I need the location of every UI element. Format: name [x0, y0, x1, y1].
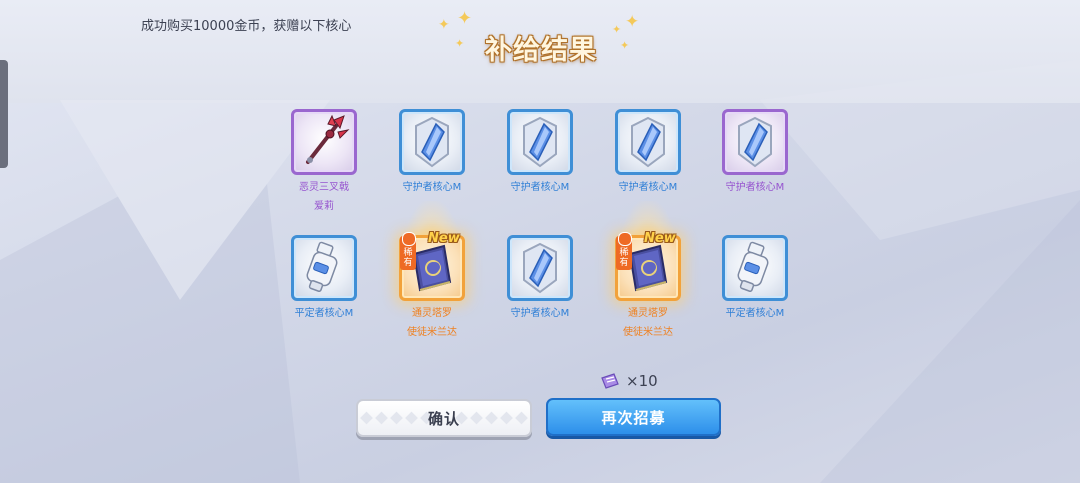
reward-item-name: 恶灵三叉戟 [299, 182, 349, 193]
button-decoration [455, 411, 528, 425]
reward-item-character: 使徒米兰达 [623, 327, 673, 338]
reward-item-name: 通灵塔罗 [412, 308, 452, 319]
purchase-notice: 成功购买10000金币，获赠以下核心 [141, 19, 352, 34]
reward-item[interactable] [615, 109, 681, 175]
reward-item[interactable] [291, 235, 357, 301]
rare-badge: 稀有 [400, 232, 416, 270]
trident-weapon-icon [306, 114, 350, 164]
reward-item[interactable]: 稀有 New [399, 231, 465, 301]
reward-item-character: 爱莉 [314, 201, 334, 212]
reward-item[interactable] [291, 109, 357, 175]
confirm-button[interactable]: 确认 [356, 399, 532, 437]
guardian-core-icon [523, 116, 557, 168]
recruit-again-button-label: 再次招募 [601, 408, 666, 427]
guardian-core-icon [415, 116, 449, 168]
reward-item-character: 使徒米兰达 [407, 327, 457, 338]
reward-item-name: 守护者核心M [618, 182, 678, 193]
reward-item-name: 平定者核心M [725, 308, 785, 319]
reward-item[interactable] [507, 235, 573, 301]
new-tag: New [428, 231, 460, 246]
reward-item-name: 平定者核心M [294, 308, 354, 319]
pacifier-core-icon [737, 241, 769, 292]
reward-item-name: 守护者核心M [510, 308, 570, 319]
rare-badge: 稀有 [616, 232, 632, 270]
sparkle-icon: ✦ [455, 37, 465, 50]
recruit-ticket-icon [601, 373, 619, 389]
reward-item-name: 守护者核心M [510, 182, 570, 193]
pacifier-core-icon [306, 241, 338, 292]
guardian-core-icon [523, 242, 557, 294]
guardian-core-icon [631, 116, 665, 168]
page-title: 补给结果 [485, 35, 597, 66]
reward-item[interactable] [399, 109, 465, 175]
recruit-cost-amount: ×10 [626, 372, 658, 390]
recruit-again-button[interactable]: 再次招募 [546, 398, 721, 436]
reward-item[interactable] [507, 109, 573, 175]
reward-item[interactable] [722, 109, 788, 175]
sparkle-icon: ✦ [612, 23, 622, 36]
confirm-button-label: 确认 [427, 409, 460, 428]
sparkle-icon: ✦ [457, 8, 473, 29]
sparkle-icon: ✦ [625, 12, 640, 32]
new-tag: New [644, 231, 676, 246]
sparkle-icon: ✦ [438, 17, 450, 33]
reward-item-name: 通灵塔罗 [628, 308, 668, 319]
reward-item[interactable]: 稀有 New [615, 231, 681, 301]
rare-badge-label: 稀有 [403, 248, 413, 268]
reward-item-name: 守护者核心M [725, 182, 785, 193]
rare-badge-label: 稀有 [619, 248, 629, 268]
recruit-cost: ×10 [600, 371, 658, 391]
button-decoration [360, 411, 433, 425]
sparkle-icon: ✦ [620, 39, 630, 52]
guardian-core-icon [738, 116, 772, 168]
reward-item[interactable] [722, 235, 788, 301]
reward-item-name: 守护者核心M [402, 182, 462, 193]
